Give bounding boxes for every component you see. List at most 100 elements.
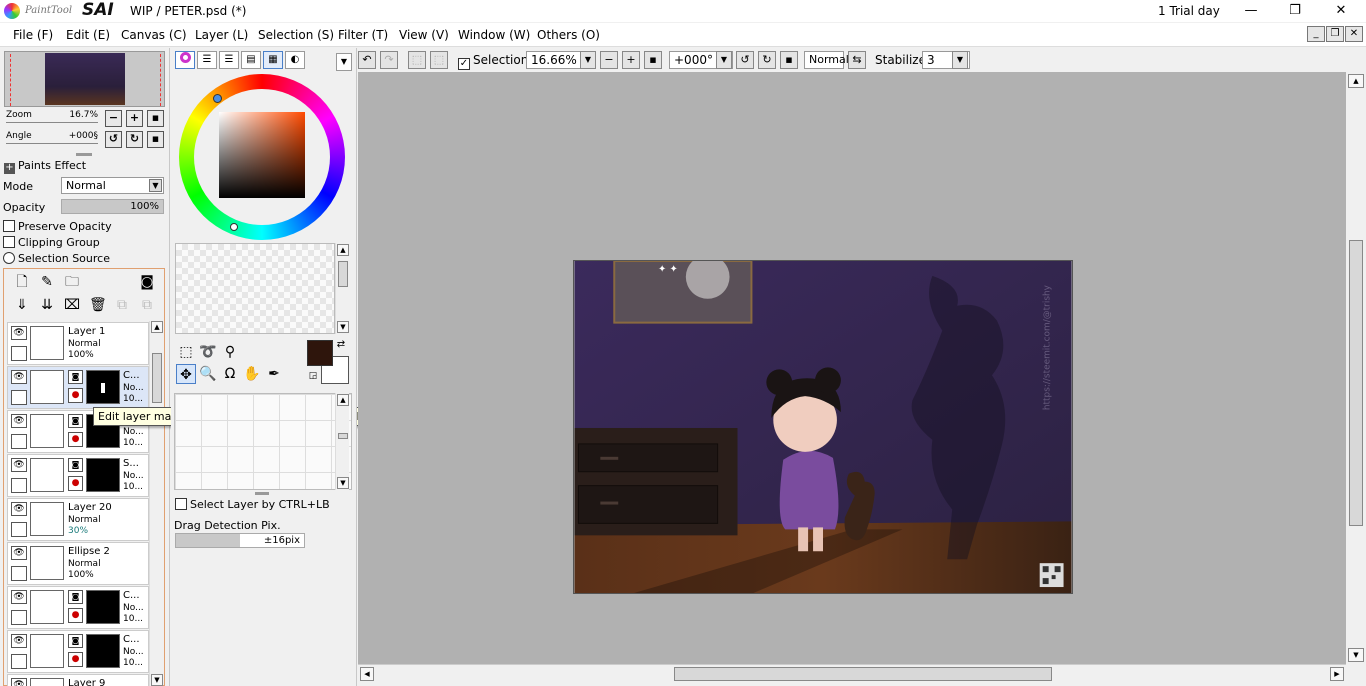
layer-item[interactable]: 👁 Layer 1 Normal 100% (7, 322, 149, 365)
panel-resize-grip[interactable] (76, 153, 92, 156)
view-mode-select[interactable]: Normal (804, 51, 849, 69)
layer-thumbnail[interactable] (30, 326, 64, 360)
artwork-canvas[interactable]: ✦ ✦ https://steemit.com/@trishy (573, 260, 1073, 594)
layer-mask-icon[interactable]: ◙ (139, 274, 155, 290)
scroll-thumb[interactable] (674, 667, 1052, 681)
zoom-out-button[interactable]: − (105, 110, 122, 127)
zoom-in-button[interactable]: + (126, 110, 143, 127)
scroll-thumb[interactable] (338, 261, 348, 287)
new-linework-layer-icon[interactable]: ✎ (39, 274, 55, 290)
eye-icon[interactable]: 👁 (11, 590, 27, 604)
mask-link-icon[interactable]: ● (68, 652, 83, 667)
zoom-in-button[interactable]: + (622, 51, 640, 69)
rotate-left-button[interactable]: ↺ (105, 131, 122, 148)
hsv-slider-tab[interactable]: ☰ (219, 51, 239, 69)
canvas-area[interactable]: ✦ ✦ https://steemit.com/@trishy (358, 72, 1346, 664)
swatches-tab[interactable]: ▦ (263, 51, 283, 69)
eye-icon[interactable]: 👁 (11, 370, 27, 384)
layer-thumbnail[interactable] (30, 590, 64, 624)
hand-tool[interactable]: ✋ (242, 364, 262, 384)
flip-view-button[interactable]: ⇆ (848, 51, 866, 69)
menu-edit[interactable]: Edit (E) (66, 28, 110, 42)
layer-thumbnail[interactable] (30, 458, 64, 492)
layer-mask-thumbnail[interactable] (86, 590, 120, 624)
hue-marker[interactable] (213, 94, 222, 103)
brush-tool-grid[interactable] (174, 393, 352, 490)
clear-layer-icon[interactable]: ⌧ (64, 297, 80, 313)
zoom-slider[interactable]: Zoom 16.7% (6, 110, 98, 124)
invert-selection-button[interactable]: ⬚ (430, 51, 448, 69)
select-layer-ctrl-checkbox[interactable]: Select Layer by CTRL+LB (175, 498, 330, 511)
layer-item[interactable]: 👁 ◙ ● C... No... 10... (7, 366, 149, 409)
zoom-out-button[interactable]: − (600, 51, 618, 69)
eye-icon[interactable]: 👁 (11, 678, 27, 686)
rotate-left-button[interactable]: ↺ (736, 51, 754, 69)
saturation-value-square[interactable] (219, 112, 305, 198)
preserve-opacity-checkbox[interactable]: Preserve Opacity (3, 220, 112, 233)
rotate-right-button[interactable]: ↻ (758, 51, 776, 69)
layer-item[interactable]: 👁 ◙ ● S... No... 10... (7, 454, 149, 497)
eye-icon[interactable]: 👁 (11, 326, 27, 340)
magic-wand-tool[interactable]: ⚲ (220, 342, 240, 362)
scroll-right-icon[interactable]: ▶ (1330, 667, 1344, 681)
rect-select-tool[interactable]: ⬚ (176, 342, 196, 362)
menu-selection[interactable]: Selection (S) (258, 28, 334, 42)
layer-lock-checkbox[interactable] (11, 654, 27, 669)
chevron-down-icon[interactable]: ▼ (952, 51, 968, 69)
canvas-horizontal-scrollbar[interactable]: ◀ ▶ (358, 664, 1346, 682)
scroll-thumb[interactable] (1349, 240, 1363, 526)
eye-icon[interactable]: 👁 (11, 458, 27, 472)
opacity-slider[interactable]: 100% (61, 199, 164, 214)
drag-detection-slider[interactable]: ±16pix (175, 533, 305, 548)
delete-layer-icon[interactable]: 🗑 (89, 297, 107, 313)
layer-lock-checkbox[interactable] (11, 522, 27, 537)
scroll-down-icon[interactable]: ▼ (1348, 648, 1364, 662)
scroll-up-icon[interactable]: ▲ (151, 321, 163, 333)
chevron-down-icon[interactable]: ▼ (580, 51, 596, 69)
menu-view[interactable]: View (V) (399, 28, 449, 42)
mdi-minimize-button[interactable]: _ (1307, 26, 1325, 42)
menu-layer[interactable]: Layer (L) (195, 28, 248, 42)
minimize-button[interactable]: — (1228, 0, 1274, 22)
scroll-down-icon[interactable]: ▼ (337, 321, 349, 333)
layer-thumbnail[interactable] (30, 546, 64, 580)
zoom-tool[interactable]: 🔍 (198, 364, 218, 384)
layer-list-scrollbar[interactable]: ▲ ▼ (149, 321, 163, 686)
menu-window[interactable]: Window (W) (458, 28, 530, 42)
layer-lock-checkbox[interactable] (11, 610, 27, 625)
color-wheel-tab[interactable] (175, 51, 195, 69)
zoom-reset-button[interactable]: ▪ (644, 51, 662, 69)
lasso-tool[interactable]: ➰ (198, 342, 218, 362)
swap-colors-icon[interactable]: ⇄ (334, 338, 348, 352)
color-picker-cursor[interactable] (230, 223, 238, 231)
layer-item[interactable]: 👁 Layer 9 (7, 674, 149, 686)
menu-canvas[interactable]: Canvas (C) (121, 28, 187, 42)
layer-thumbnail[interactable] (30, 414, 64, 448)
zoom-reset-button[interactable]: ▪ (147, 110, 164, 127)
mask-enable-icon[interactable]: ◙ (68, 590, 83, 604)
menu-others[interactable]: Others (O) (537, 28, 600, 42)
color-wheel[interactable] (179, 74, 345, 240)
mask-enable-icon[interactable]: ◙ (68, 414, 83, 428)
eye-icon[interactable]: 👁 (11, 502, 27, 516)
eye-icon[interactable]: 👁 (11, 546, 27, 560)
mask-link-icon[interactable]: ● (68, 476, 83, 491)
mask-enable-icon[interactable]: ◙ (68, 634, 83, 648)
redo-button[interactable]: ↷ (380, 51, 398, 69)
scroll-down-icon[interactable]: ▼ (337, 477, 349, 489)
eye-icon[interactable]: 👁 (11, 634, 27, 648)
selection-source-radio[interactable]: Selection Source (3, 252, 110, 265)
eyedropper-tool[interactable]: ✒ (264, 364, 284, 384)
mask-link-icon[interactable]: ● (68, 388, 83, 403)
swatch-scrollbar[interactable]: ▲ ▼ (335, 243, 349, 334)
default-colors-icon[interactable]: ◲ (307, 370, 319, 382)
scroll-up-icon[interactable]: ▲ (337, 244, 349, 256)
layer-thumbnail[interactable] (30, 502, 64, 536)
color-mixer-tab[interactable]: ▤ (241, 51, 261, 69)
swatch-palette[interactable] (175, 243, 335, 334)
undo-button[interactable]: ↶ (358, 51, 376, 69)
canvas-vertical-scrollbar[interactable]: ▲ ▼ (1346, 72, 1366, 664)
scroll-left-icon[interactable]: ◀ (360, 667, 374, 681)
restore-button[interactable]: ❐ (1272, 0, 1318, 22)
scratchpad-tab[interactable]: ◐ (285, 51, 305, 69)
